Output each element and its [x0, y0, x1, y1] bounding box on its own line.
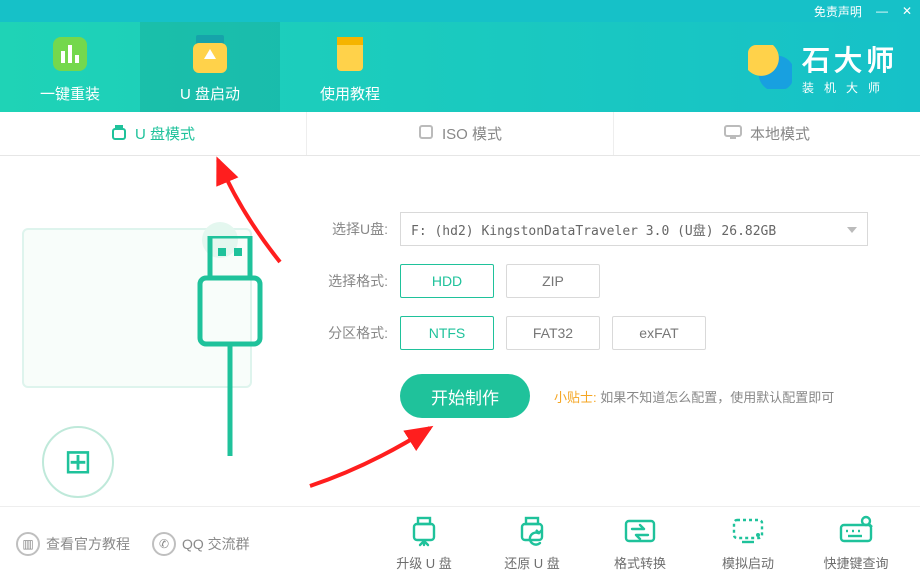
- disk-value: F: (hd2) KingstonDataTraveler 3.0 (U盘) 2…: [411, 220, 776, 239]
- book-icon: ▥: [16, 532, 40, 556]
- fs-option-fat32[interactable]: FAT32: [506, 316, 600, 350]
- footer-hotkey-lookup[interactable]: 快捷键查询: [814, 515, 898, 572]
- nav-label: 一键重装: [40, 83, 100, 104]
- label: 格式转换: [614, 553, 666, 572]
- format-option-hdd[interactable]: HDD: [400, 264, 494, 298]
- disk-label: 选择U盘:: [310, 219, 388, 239]
- tip-label: 小贴士:: [554, 390, 597, 405]
- brand-logo-icon: [748, 45, 792, 89]
- nav-usb-boot[interactable]: U 盘启动: [140, 22, 280, 112]
- header: 一键重装 U 盘启动 使用教程 石大师 装机大师: [0, 22, 920, 112]
- label: 模拟启动: [722, 553, 774, 572]
- tab-iso-mode[interactable]: ISO 模式: [307, 112, 614, 155]
- start-create-button[interactable]: 开始制作: [400, 374, 530, 418]
- label: 升级 U 盘: [396, 553, 452, 572]
- iso-icon: [418, 124, 434, 144]
- footer-official-tutorial[interactable]: ▥ 查看官方教程: [16, 532, 130, 556]
- usb-icon: [111, 124, 127, 144]
- upgrade-icon: [406, 515, 442, 547]
- brand-sub: 装机大师: [802, 79, 898, 96]
- footer-upgrade-usb[interactable]: 升级 U 盘: [382, 515, 466, 572]
- monitor-play-icon: [730, 515, 766, 547]
- convert-icon: [622, 515, 658, 547]
- tab-local-mode[interactable]: 本地模式: [614, 112, 920, 155]
- label: QQ 交流群: [182, 534, 250, 554]
- footer-restore-usb[interactable]: 还原 U 盘: [490, 515, 574, 572]
- tab-label: 本地模式: [750, 123, 810, 144]
- chevron-down-icon: [847, 227, 857, 233]
- usb-plug-icon: [186, 236, 276, 456]
- footer: ▥ 查看官方教程 ✆ QQ 交流群 升级 U 盘 还原 U 盘 格式转换 模拟启…: [0, 506, 920, 580]
- footer-format-convert[interactable]: 格式转换: [598, 515, 682, 572]
- qq-icon: ✆: [152, 532, 176, 556]
- tip-text: 小贴士: 如果不知道怎么配置，使用默认配置即可: [554, 387, 834, 406]
- nav-tutorial[interactable]: 使用教程: [280, 22, 420, 112]
- disclaimer-link[interactable]: 免责声明: [814, 3, 862, 20]
- format-label: 选择格式:: [310, 271, 388, 291]
- disk-select[interactable]: F: (hd2) KingstonDataTraveler 3.0 (U盘) 2…: [400, 212, 868, 246]
- label: 查看官方教程: [46, 534, 130, 554]
- label: 快捷键查询: [823, 553, 888, 572]
- illustration: ⊞: [0, 156, 300, 506]
- footer-simulate-boot[interactable]: 模拟启动: [706, 515, 790, 572]
- nav-label: 使用教程: [320, 83, 380, 104]
- main-panel: ⊞ 选择U盘: F: (hd2) KingstonDataTraveler 3.…: [0, 156, 920, 506]
- tab-label: ISO 模式: [442, 123, 502, 144]
- fs-option-exfat[interactable]: exFAT: [612, 316, 706, 350]
- mode-tabs: U 盘模式 ISO 模式 本地模式: [0, 112, 920, 156]
- brand: 石大师 装机大师: [748, 22, 920, 112]
- nav-label: U 盘启动: [180, 83, 240, 104]
- restore-icon: [514, 515, 550, 547]
- usb-shield-icon: [187, 31, 233, 77]
- minimize-button[interactable]: —: [876, 4, 888, 18]
- label: 还原 U 盘: [504, 553, 560, 572]
- fs-label: 分区格式:: [310, 323, 388, 343]
- tab-label: U 盘模式: [135, 123, 195, 144]
- keyboard-search-icon: [838, 515, 874, 547]
- tip-body: 如果不知道怎么配置，使用默认配置即可: [600, 390, 834, 405]
- close-button[interactable]: ✕: [902, 4, 912, 18]
- windows-badge-icon: ⊞: [42, 426, 114, 498]
- fs-option-ntfs[interactable]: NTFS: [400, 316, 494, 350]
- book-icon: [327, 31, 373, 77]
- tab-usb-mode[interactable]: U 盘模式: [0, 112, 307, 155]
- nav-one-key-reinstall[interactable]: 一键重装: [0, 22, 140, 112]
- bar-chart-icon: [47, 31, 93, 77]
- monitor-icon: [724, 124, 742, 144]
- footer-qq-group[interactable]: ✆ QQ 交流群: [152, 532, 250, 556]
- brand-name: 石大师: [802, 39, 898, 79]
- format-option-zip[interactable]: ZIP: [506, 264, 600, 298]
